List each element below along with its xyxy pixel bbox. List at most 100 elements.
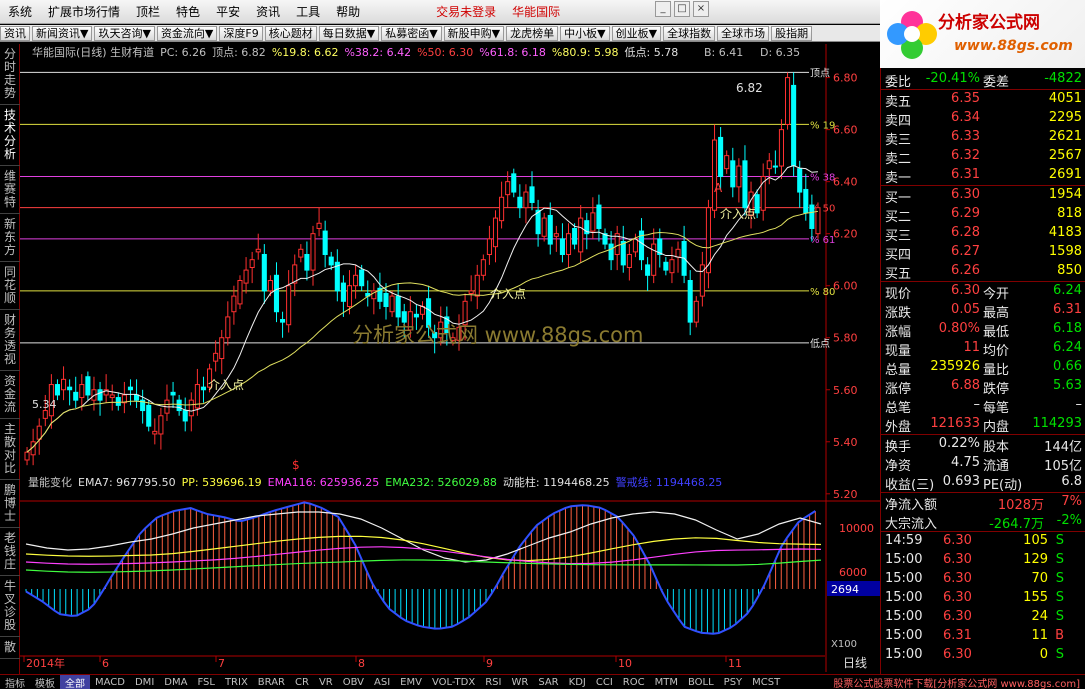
toolbar-button-3[interactable]: 资金流向▼ [156, 25, 218, 41]
menu-item-2[interactable]: 顶栏 [128, 3, 168, 20]
indicator-tab-10[interactable]: VR [314, 677, 338, 688]
indicator-tab-20[interactable]: ROC [618, 677, 650, 688]
candle-body [127, 386, 134, 391]
side-tab-6[interactable]: 资金流 [0, 371, 20, 419]
entry-point-label: 介入点 [208, 378, 244, 392]
indicator-tab-8[interactable]: BRAR [253, 677, 290, 688]
flow-value: -264.7万 [989, 517, 1044, 532]
indicator-tab-1[interactable]: 模板 [30, 675, 60, 689]
stat-value: 11 [963, 340, 980, 355]
menu-item-5[interactable]: 资讯 [248, 3, 288, 20]
toolbar-button-13[interactable]: 全球市场 [717, 25, 770, 41]
flow-label: 大宗流入 [885, 517, 938, 532]
indicator-tab-18[interactable]: KDJ [564, 677, 591, 688]
info-value: 105亿 [1044, 459, 1082, 474]
stat-label: 现量 [885, 344, 912, 359]
indicator-tab-23[interactable]: PSY [719, 677, 748, 688]
sub-header: 量能变化 EMA7: 967795.50 PP: 539696.19 EMA116: … [28, 475, 722, 489]
candle-body [219, 337, 225, 360]
stat-value: – [1075, 397, 1083, 412]
candle-body [778, 129, 784, 167]
menu-item-3[interactable]: 特色 [168, 3, 208, 20]
indicator-tab-15[interactable]: RSI [480, 677, 506, 688]
quote-panel: 委比 -20.41% 委差 -4822 卖五 6.35 4051 卖四 6.34 2295 卖三 6.… [880, 68, 1085, 674]
indicator-tab-3[interactable]: MACD [90, 677, 130, 688]
side-tab-3[interactable]: 新东方 [0, 214, 20, 262]
indicator-tab-16[interactable]: WR [506, 677, 533, 688]
weicha-value: -4822 [1044, 71, 1082, 86]
sell-price: 6.31 [951, 167, 980, 182]
indicator-tab-7[interactable]: TRIX [220, 677, 253, 688]
toolbar-button-0[interactable]: 资讯 [0, 25, 30, 41]
toolbar-button-4[interactable]: 深度F9 [219, 25, 263, 41]
side-tab-5[interactable]: 财务透视 [0, 310, 20, 371]
candle-body [693, 300, 699, 323]
tick-volume: 70 [1031, 571, 1048, 586]
sell-volume: 2691 [1048, 167, 1082, 182]
indicator-tab-4[interactable]: DMI [130, 677, 159, 688]
indicator-tab-17[interactable]: SAR [533, 677, 563, 688]
indicator-tab-12[interactable]: ASI [369, 677, 395, 688]
toolbar-button-9[interactable]: 龙虎榜单 [506, 25, 559, 41]
candle-body [505, 181, 511, 196]
indicator-tab-2[interactable]: 全部 [60, 675, 90, 689]
indicator-tab-22[interactable]: BOLL [683, 677, 719, 688]
toolbar-button-2[interactable]: 玖天咨询▼ [94, 25, 155, 41]
side-tab-10[interactable]: 牛叉诊股 [0, 576, 20, 637]
indicator-tab-11[interactable]: OBV [338, 677, 369, 688]
flow-percent: -2% [1056, 513, 1082, 528]
kline-chart[interactable]: 华能国际(日线) 生财有道 PC: 6.26 顶点: 6.82 %19.8: 6.62… [20, 44, 880, 674]
candle-body [267, 280, 273, 292]
candle-body [85, 376, 91, 396]
toolbar-button-14[interactable]: 股指期 [771, 25, 813, 41]
login-status[interactable]: 交易未登录 [428, 3, 504, 20]
toolbar-button-8[interactable]: 新股申购▼ [443, 25, 505, 41]
indicator-tab-bar: 指标 模板 全部 MACD DMI DMA FSL TRIX BRAR CR VR OBV ASI EMV… [0, 674, 1085, 689]
candle-body [499, 196, 505, 222]
menu-item-1[interactable]: 扩展市场行情 [40, 3, 128, 20]
indicator-tab-19[interactable]: CCI [591, 677, 618, 688]
side-tab-1[interactable]: 技术分析 [0, 105, 20, 166]
toolbar-button-11[interactable]: 创业板▼ [611, 25, 662, 41]
current-stock-name: 华能国际 [512, 5, 561, 19]
close-icon[interactable]: × [693, 1, 709, 17]
info-label: 股本 [983, 440, 1010, 455]
side-tab-0[interactable]: 分时走势 [0, 44, 20, 105]
toolbar-button-10[interactable]: 中小板▼ [560, 25, 610, 41]
indicator-tab-6[interactable]: FSL [192, 677, 220, 688]
candle-body [791, 84, 797, 167]
menu-item-0[interactable]: 系统 [0, 3, 40, 20]
menu-item-4[interactable]: 平安 [208, 3, 248, 20]
indicator-tab-24[interactable]: MCST [747, 677, 785, 688]
side-tab-2[interactable]: 维赛特 [0, 166, 20, 214]
side-tab-11[interactable]: 散 [0, 637, 20, 659]
sell-volume: 4051 [1048, 91, 1082, 106]
sub-header-field: EMA116: 625936.25 [268, 476, 380, 489]
toolbar-button-12[interactable]: 全球指数 [663, 25, 716, 41]
info-label: 收益(三) [885, 478, 935, 493]
candle-body [578, 217, 584, 253]
indicator-tab-9[interactable]: CR [290, 677, 314, 688]
sub-y-tick: 10000 [839, 522, 874, 535]
menu-item-7[interactable]: 帮助 [328, 3, 368, 20]
side-tab-4[interactable]: 同花顺 [0, 262, 20, 310]
side-tab-7[interactable]: 主散对比 [0, 419, 20, 480]
flower-logo-icon [887, 11, 937, 59]
menu-item-6[interactable]: 工具 [288, 3, 328, 20]
indicator-tab-13[interactable]: EMV [395, 677, 427, 688]
toolbar-button-5[interactable]: 核心题材 [264, 25, 317, 41]
info-value: 6.8 [1061, 474, 1082, 489]
toolbar-button-6[interactable]: 每日数据▼ [318, 25, 380, 41]
side-tab-8[interactable]: 鹏博士 [0, 480, 20, 528]
indicator-tab-5[interactable]: DMA [159, 677, 192, 688]
maximize-icon[interactable]: □ [674, 1, 690, 17]
toolbar-button-7[interactable]: 私募密函▼ [381, 25, 442, 41]
side-tab-9[interactable]: 老钱庄 [0, 528, 20, 576]
candle-body [784, 77, 791, 125]
indicator-tab-14[interactable]: VOL-TDX [427, 677, 480, 688]
indicator-tab-0[interactable]: 指标 [0, 675, 30, 689]
top-price-label: 6.82 [736, 81, 763, 95]
toolbar-button-1[interactable]: 新闻资讯▼ [32, 25, 93, 41]
minimize-icon[interactable]: _ [655, 1, 671, 17]
indicator-tab-21[interactable]: MTM [650, 677, 683, 688]
